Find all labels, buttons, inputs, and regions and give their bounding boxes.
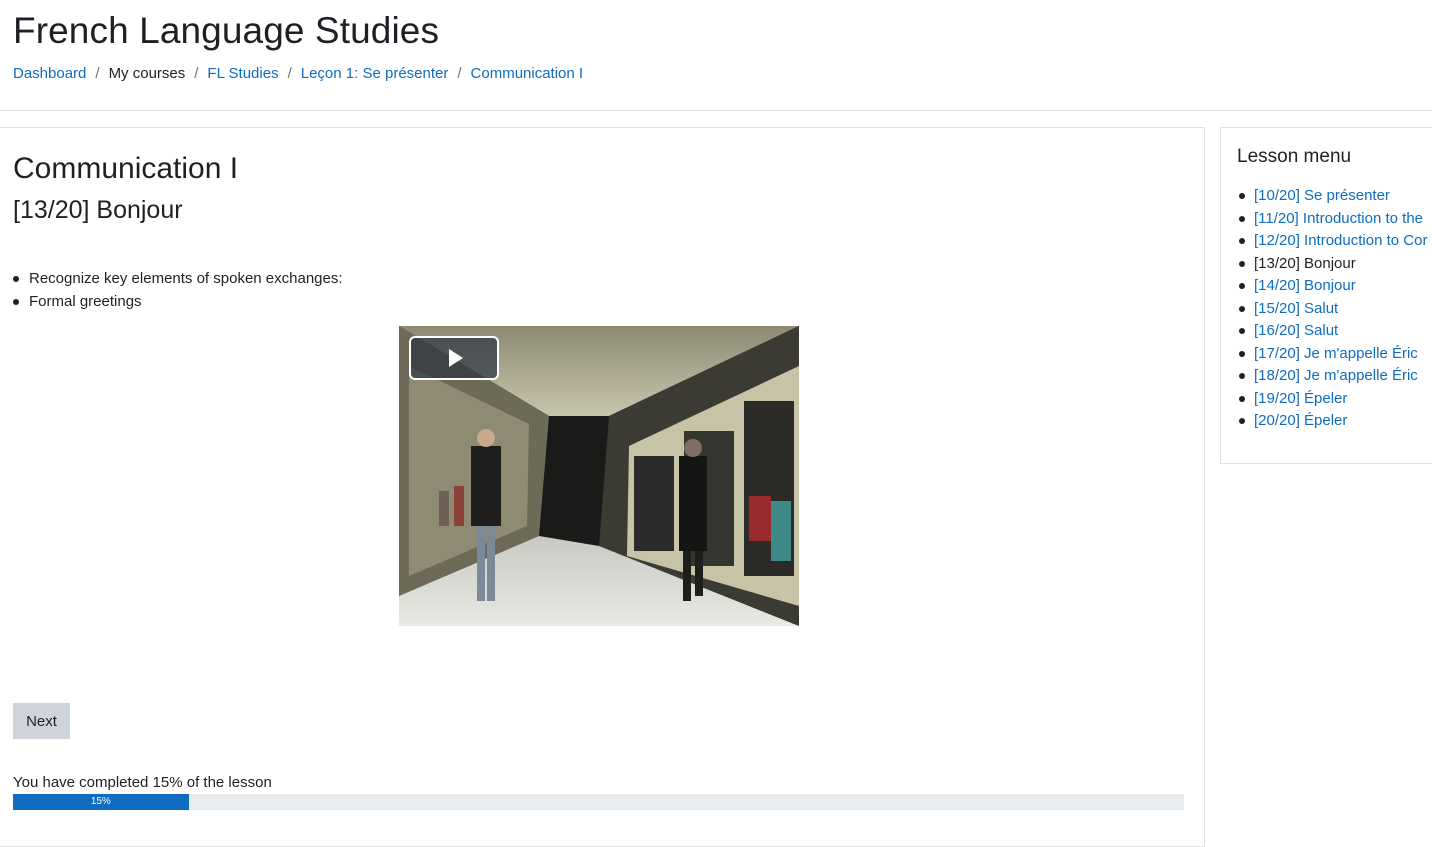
breadcrumb-section[interactable]: Leçon 1: Se présenter [301, 65, 449, 82]
breadcrumb: Dashboard / My courses / FL Studies / Le… [13, 65, 583, 82]
lesson-menu-item[interactable]: [17/20] Je m'appelle Éric [1239, 343, 1427, 366]
lesson-menu-item[interactable]: [12/20] Introduction to Cor [1239, 230, 1427, 253]
video-player[interactable] [399, 326, 799, 626]
lesson-menu-list: [10/20] Se présenter [11/20] Introduction… [1239, 185, 1427, 433]
lesson-menu-item[interactable]: [20/20] Épeler [1239, 410, 1427, 433]
site-title: French Language Studies [13, 10, 440, 51]
page-title: [13/20] Bonjour [13, 196, 183, 224]
next-button[interactable]: Next [13, 703, 70, 739]
objectives-list: Recognize key elements of spoken exchang… [13, 267, 343, 313]
lesson-menu-item[interactable]: [18/20] Je m'appelle Éric [1239, 365, 1427, 388]
lesson-menu-item-label[interactable]: [20/20] Épeler [1254, 410, 1347, 433]
lesson-menu-item[interactable]: [19/20] Épeler [1239, 388, 1427, 411]
bullet-icon [1239, 418, 1245, 425]
list-item: Formal greetings [13, 290, 343, 313]
bullet-icon [1239, 283, 1245, 290]
lesson-title: Communication I [13, 152, 239, 185]
progress-text: You have completed 15% of the lesson [13, 774, 272, 791]
bullet-icon [13, 298, 19, 305]
bullet-icon [1239, 215, 1245, 222]
bullet-icon [1239, 350, 1245, 357]
bullet-icon [1239, 193, 1245, 200]
main-content: Communication I [13/20] Bonjour Recogniz… [0, 127, 1205, 847]
lesson-menu-item-label[interactable]: [16/20] Salut [1254, 320, 1338, 343]
breadcrumb-separator: / [287, 65, 292, 82]
lesson-menu-item-label[interactable]: [14/20] Bonjour [1254, 275, 1356, 298]
bullet-icon [1239, 373, 1245, 380]
breadcrumb-course[interactable]: FL Studies [207, 65, 278, 82]
bullet-icon [1239, 328, 1245, 335]
bullet-icon [1239, 395, 1245, 402]
page-header: French Language Studies Dashboard / My c… [0, 0, 1432, 111]
lesson-menu-item[interactable]: [14/20] Bonjour [1239, 275, 1427, 298]
bullet-icon [1239, 260, 1245, 267]
progress-bar-fill: 15% [13, 794, 189, 810]
play-button[interactable] [409, 336, 499, 380]
lesson-menu-block: Lesson menu [10/20] Se présenter [11/20] … [1220, 127, 1432, 464]
objective-text: Recognize key elements of spoken exchang… [29, 270, 343, 287]
breadcrumb-separator: / [457, 65, 462, 82]
lesson-menu-item[interactable]: [10/20] Se présenter [1239, 185, 1427, 208]
lesson-menu-item-label[interactable]: [11/20] Introduction to the [1254, 208, 1423, 231]
lesson-menu-item[interactable]: [16/20] Salut [1239, 320, 1427, 343]
lesson-menu-item-label[interactable]: [18/20] Je m'appelle Éric [1254, 365, 1418, 388]
breadcrumb-dashboard[interactable]: Dashboard [13, 65, 86, 82]
breadcrumb-my-courses: My courses [108, 65, 186, 82]
breadcrumb-separator: / [95, 65, 100, 82]
progress-bar: 15% [13, 794, 1184, 810]
objective-text: Formal greetings [29, 293, 142, 310]
list-item: Recognize key elements of spoken exchang… [13, 267, 343, 290]
lesson-menu-item: [13/20] Bonjour [1239, 253, 1427, 276]
lesson-menu-item-label[interactable]: [15/20] Salut [1254, 298, 1338, 321]
lesson-menu-item[interactable]: [15/20] Salut [1239, 298, 1427, 321]
bullet-icon [1239, 305, 1245, 312]
lesson-menu-item-label[interactable]: [19/20] Épeler [1254, 388, 1347, 411]
lesson-menu-item-label[interactable]: [12/20] Introduction to Cor [1254, 230, 1427, 253]
lesson-menu-item-label[interactable]: [17/20] Je m'appelle Éric [1254, 343, 1418, 366]
lesson-menu-item-label: [13/20] Bonjour [1254, 254, 1356, 272]
lesson-menu-item[interactable]: [11/20] Introduction to the [1239, 208, 1427, 231]
lesson-menu-title: Lesson menu [1237, 146, 1352, 167]
bullet-icon [1239, 238, 1245, 245]
breadcrumb-separator: / [194, 65, 199, 82]
play-icon [449, 349, 463, 367]
bullet-icon [13, 275, 19, 282]
lesson-menu-item-label[interactable]: [10/20] Se présenter [1254, 185, 1390, 208]
breadcrumb-lesson[interactable]: Communication I [471, 65, 584, 82]
